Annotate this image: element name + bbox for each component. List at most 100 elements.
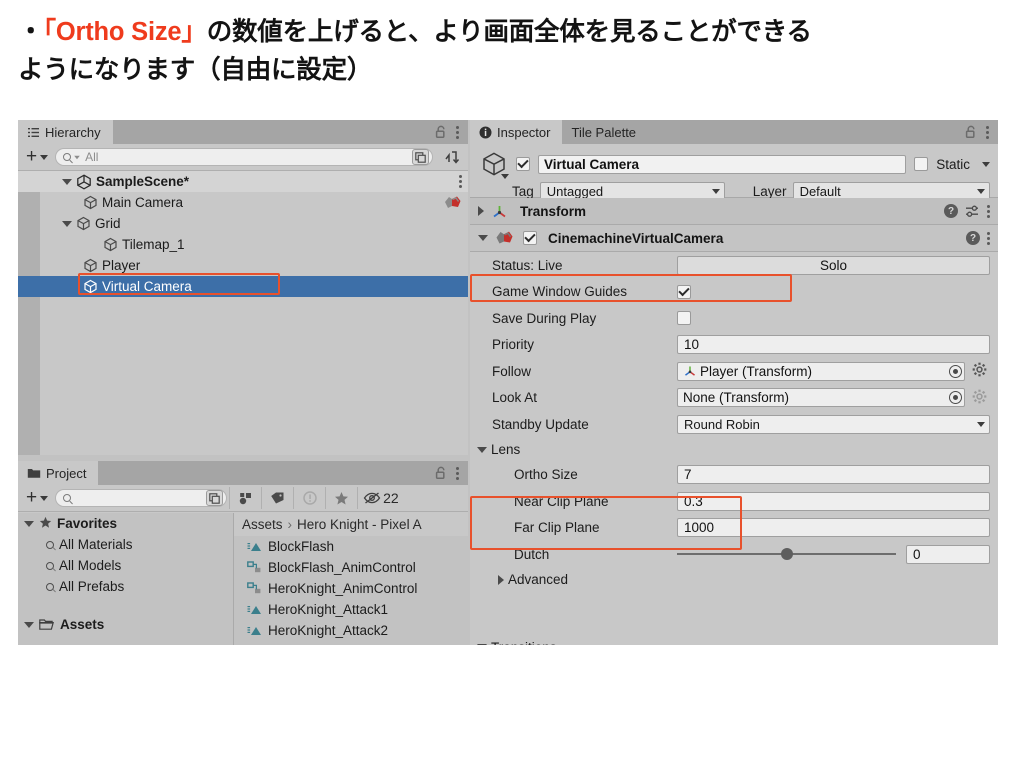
scene-context-menu-icon[interactable] bbox=[459, 175, 462, 188]
standby-update-dropdown[interactable]: Round Robin bbox=[677, 414, 990, 434]
chevron-down-icon[interactable] bbox=[478, 235, 488, 241]
project-menu-icon[interactable] bbox=[456, 466, 459, 480]
project-favorite-all-materials[interactable]: All Materials bbox=[18, 534, 233, 555]
chevron-down-icon[interactable] bbox=[477, 644, 487, 645]
component-transform-menu-icon[interactable] bbox=[987, 204, 990, 218]
solo-button[interactable]: Solo bbox=[677, 255, 990, 275]
hierarchy-add-button[interactable]: + bbox=[18, 147, 55, 166]
follow-objectfield[interactable]: Player (Transform) bbox=[677, 361, 965, 381]
tab-inspector[interactable]: Inspector bbox=[470, 120, 563, 144]
hierarchy-item-virtual-camera[interactable]: Virtual Camera bbox=[18, 276, 468, 297]
hierarchy-item-tilemap-1[interactable]: Tilemap_1 bbox=[18, 234, 468, 255]
chevron-down-icon[interactable] bbox=[24, 621, 34, 628]
property-far-clip-plane: Far Clip Plane 1000 bbox=[470, 515, 998, 542]
dutch-slider-track[interactable] bbox=[677, 548, 896, 561]
search-expand-icon[interactable] bbox=[412, 149, 429, 165]
help-icon[interactable]: ? bbox=[966, 231, 980, 245]
inspector-body: Virtual Camera Static Tag Untagged Layer… bbox=[470, 144, 998, 645]
search-expand-icon[interactable] bbox=[206, 490, 224, 506]
hierarchy-search-input[interactable]: All bbox=[55, 148, 433, 166]
follow-settings-gear-icon[interactable] bbox=[972, 362, 987, 380]
dutch-slider-knob[interactable] bbox=[780, 548, 793, 561]
dutch-slider[interactable]: 0 bbox=[677, 544, 990, 564]
property-ortho-size: Ortho Size 7 bbox=[470, 462, 998, 489]
far-clip-plane-input[interactable]: 1000 bbox=[677, 518, 990, 538]
object-picker-icon[interactable] bbox=[949, 364, 962, 378]
gameobject-cube-icon bbox=[83, 195, 98, 210]
asset-item-blockflash[interactable]: BlockFlash bbox=[234, 536, 468, 557]
lock-icon[interactable] bbox=[435, 125, 447, 139]
asset-item-blockflash-animcontroller[interactable]: BlockFlash_AnimControl bbox=[234, 557, 468, 578]
transitions-section-label: Transitions bbox=[491, 640, 557, 646]
component-transform-header[interactable]: Transform ? bbox=[470, 198, 998, 225]
dutch-value-input[interactable]: 0 bbox=[906, 544, 990, 564]
static-dropdown-chevron-icon[interactable] bbox=[982, 161, 990, 167]
hidden-packages-count[interactable]: 22 bbox=[357, 487, 403, 509]
gameobject-name-input[interactable]: Virtual Camera bbox=[538, 154, 907, 174]
hierarchy-item-grid[interactable]: Grid bbox=[18, 213, 468, 234]
tag-label: Tag bbox=[512, 184, 534, 199]
component-cinemachine-menu-icon[interactable] bbox=[987, 231, 990, 245]
asset-item-heroknight-animcontroller[interactable]: HeroKnight_AnimControl bbox=[234, 578, 468, 599]
hierarchy-item-player[interactable]: Player bbox=[18, 255, 468, 276]
filter-warnings-icon[interactable] bbox=[293, 487, 325, 509]
asset-item-heroknight-attack2[interactable]: HeroKnight_Attack2 bbox=[234, 620, 468, 641]
lookat-objectfield[interactable]: None (Transform) bbox=[677, 388, 965, 408]
preset-sliders-icon[interactable] bbox=[965, 204, 980, 219]
lock-icon[interactable] bbox=[435, 466, 447, 480]
save-during-play-checkbox[interactable] bbox=[677, 311, 691, 326]
chevron-down-icon[interactable] bbox=[24, 520, 34, 527]
advanced-section-header[interactable]: Advanced bbox=[470, 568, 998, 592]
chevron-right-icon[interactable] bbox=[498, 574, 504, 585]
object-picker-icon[interactable] bbox=[949, 391, 962, 405]
help-icon[interactable]: ? bbox=[944, 204, 958, 218]
hierarchy-sort-icon[interactable] bbox=[437, 149, 468, 165]
chevron-down-icon[interactable] bbox=[62, 178, 72, 185]
filter-by-label-icon[interactable] bbox=[261, 487, 293, 509]
project-add-button[interactable]: + bbox=[18, 488, 55, 507]
search-icon bbox=[46, 561, 54, 570]
transform-axis-icon bbox=[491, 203, 508, 220]
chevron-down-icon[interactable] bbox=[62, 220, 72, 227]
project-assets-root[interactable]: Assets bbox=[18, 614, 233, 635]
filter-favorites-star-icon[interactable] bbox=[325, 487, 357, 509]
search-icon bbox=[46, 582, 54, 591]
hierarchy-menu-icon[interactable] bbox=[456, 125, 459, 139]
project-favorite-all-models[interactable]: All Models bbox=[18, 555, 233, 576]
component-cinemachinevirtualcamera-header[interactable]: CinemachineVirtualCamera ? bbox=[470, 225, 998, 252]
tab-tile-palette[interactable]: Tile Palette bbox=[562, 120, 649, 144]
hierarchy-item-samplescene[interactable]: SampleScene* bbox=[18, 171, 468, 192]
asset-item-heroknight-attack1[interactable]: HeroKnight_Attack1 bbox=[234, 599, 468, 620]
transitions-section-clipped[interactable]: Transitions bbox=[470, 636, 998, 645]
lock-icon[interactable] bbox=[965, 125, 977, 139]
breadcrumb-segment-assets[interactable]: Assets bbox=[242, 517, 283, 532]
ortho-size-input[interactable]: 7 bbox=[677, 465, 990, 485]
hierarchy-item-label: Main Camera bbox=[102, 195, 184, 210]
tab-project[interactable]: Project bbox=[18, 461, 99, 485]
hierarchy-item-main-camera[interactable]: Main Camera bbox=[18, 192, 468, 213]
near-clip-plane-input[interactable]: 0.3 bbox=[677, 491, 990, 511]
unity-scene-icon bbox=[76, 173, 92, 190]
tab-hierarchy[interactable]: Hierarchy bbox=[18, 120, 113, 144]
component-enabled-checkbox[interactable] bbox=[523, 231, 537, 245]
project-favorite-all-prefabs[interactable]: All Prefabs bbox=[18, 576, 233, 597]
chevron-down-icon[interactable] bbox=[501, 174, 509, 179]
inspector-menu-icon[interactable] bbox=[986, 125, 989, 139]
cinemachine-icon bbox=[495, 230, 514, 247]
asset-item-label: HeroKnight_Attack2 bbox=[268, 623, 389, 638]
search-filter-chevron-icon bbox=[74, 155, 80, 159]
game-window-guides-checkbox[interactable] bbox=[677, 284, 691, 299]
lens-section-header[interactable]: Lens bbox=[470, 438, 998, 462]
gameobject-cube-icon bbox=[83, 279, 98, 294]
lookat-settings-gear-icon[interactable] bbox=[972, 389, 987, 407]
chevron-down-icon[interactable] bbox=[477, 446, 487, 453]
static-checkbox[interactable] bbox=[914, 157, 929, 171]
project-favorites-header[interactable]: Favorites bbox=[18, 513, 233, 534]
gameobject-enabled-checkbox[interactable] bbox=[516, 157, 530, 171]
lookat-value: None (Transform) bbox=[683, 390, 790, 406]
chevron-right-icon[interactable] bbox=[478, 206, 484, 216]
priority-input[interactable]: 10 bbox=[677, 335, 990, 355]
filter-by-type-icon[interactable] bbox=[229, 487, 261, 509]
project-search-input[interactable] bbox=[55, 489, 228, 507]
breadcrumb-segment-folder[interactable]: Hero Knight - Pixel A bbox=[297, 517, 422, 532]
